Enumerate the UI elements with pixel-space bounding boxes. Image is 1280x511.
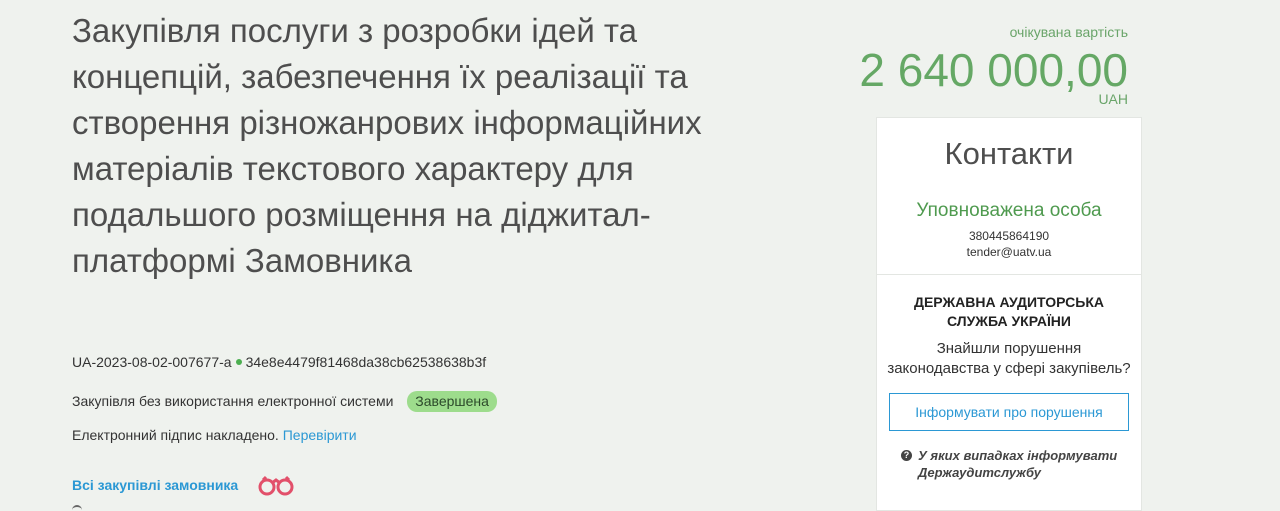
all-tenders-link[interactable]: Всі закупівлі замовника (72, 477, 238, 493)
verify-signature-link[interactable]: Перевірити (283, 427, 357, 443)
expected-value-amount: 2 640 000,00 (859, 44, 1128, 96)
status-badge: Завершена (407, 391, 497, 412)
contact-phone: 380445864190 (968, 229, 1050, 243)
tender-id-row: UA-2023-08-02-007677-a 34e8e4479f81468da3… (72, 354, 486, 370)
binoculars-icon[interactable] (254, 472, 298, 498)
contact-email: tender@uatv.ua (966, 245, 1052, 259)
procurement-method-row: Закупівля без використання електронної с… (72, 391, 497, 412)
tender-id: UA-2023-08-02-007677-a (72, 354, 232, 370)
signature-text: Електронний підпис накладено. (72, 427, 279, 443)
tender-page: Закупівля послуги з розробки ідей та кон… (0, 0, 1280, 511)
currency-label: UAH (1098, 91, 1128, 107)
audit-question: Знайшли порушення законодавства у сфері … (887, 340, 1131, 377)
report-violation-button[interactable]: Інформувати про порушення (889, 393, 1129, 431)
tender-hash: 34e8e4479f81468da38cb62538638b3f (245, 354, 487, 370)
signature-row: Електронний підпис накладено. Перевірити (72, 427, 357, 443)
status-dot-icon (235, 359, 242, 366)
audit-help-text: У яких випадках інформувати Держаудитслу… (918, 448, 1118, 480)
divider (877, 274, 1141, 275)
truncated-content (72, 505, 82, 511)
audit-help-link[interactable]: ? У яких випадках інформувати Держаудитс… (901, 447, 1121, 481)
expected-value-label: очікувана вартість (1009, 24, 1128, 40)
contact-person: Уповноважена особа (916, 200, 1102, 221)
contacts-panel: Контакти Уповноважена особа 380445864190… (876, 117, 1142, 511)
contacts-title: Контакти (944, 136, 1074, 171)
all-tenders-row: Всі закупівлі замовника (72, 472, 298, 498)
procurement-method: Закупівля без використання електронної с… (72, 393, 394, 409)
audit-service-title: ДЕРЖАВНА АУДИТОРСЬКА СЛУЖБА УКРАЇНИ (914, 294, 1104, 329)
question-icon: ? (901, 450, 912, 461)
tender-title: Закупівля послуги з розробки ідей та кон… (72, 12, 702, 279)
